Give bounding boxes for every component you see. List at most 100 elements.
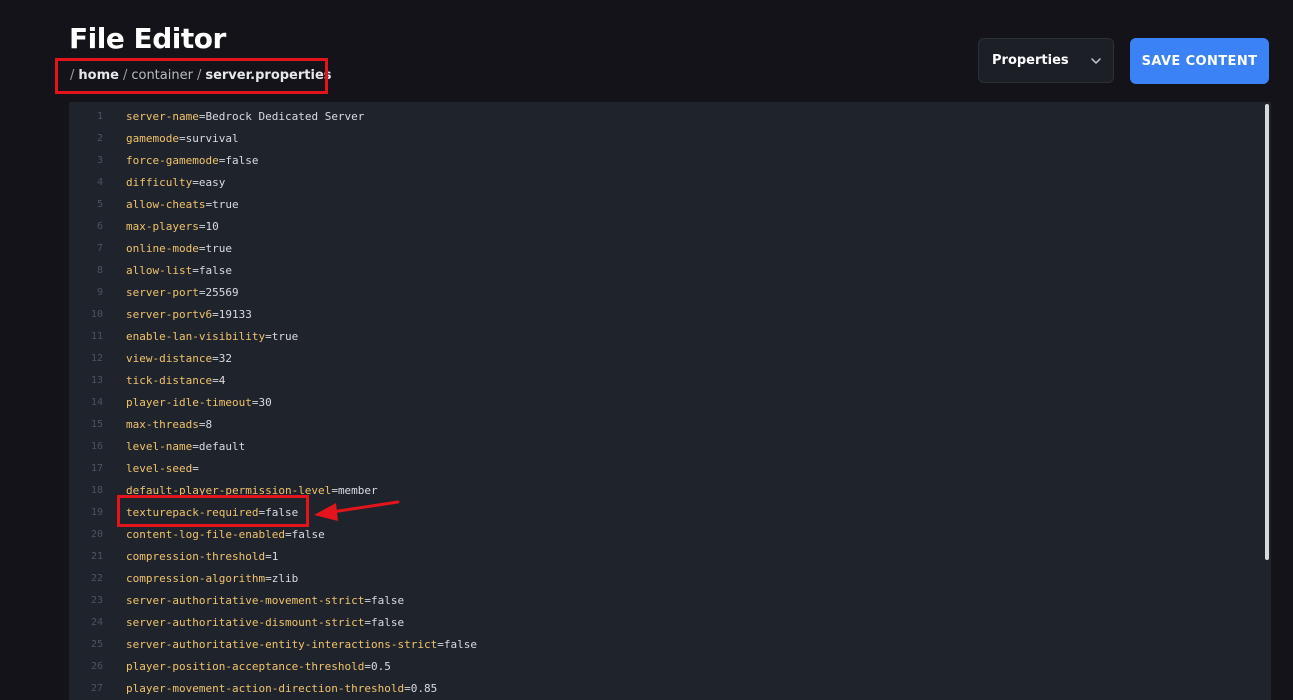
editor-scrollbar[interactable] — [1265, 104, 1269, 560]
code-line[interactable]: allow-list=false — [126, 260, 477, 282]
line-number: 4 — [96, 177, 103, 188]
equals-sign: = — [265, 330, 272, 343]
equals-sign: = — [192, 264, 199, 277]
chevron-down-icon — [1091, 57, 1101, 64]
code-line[interactable]: texturepack-required=false — [126, 502, 477, 524]
code-line[interactable]: level-seed= — [126, 458, 477, 480]
property-value: 30 — [258, 396, 272, 409]
property-key: difficulty — [126, 176, 193, 189]
line-number: 23 — [90, 595, 103, 606]
line-number: 11 — [90, 331, 103, 342]
equals-sign: = — [192, 462, 199, 475]
line-number: 8 — [96, 265, 103, 276]
property-key: player-movement-action-direction-thresho… — [126, 682, 405, 695]
line-number: 27 — [90, 683, 103, 694]
property-value: false — [443, 638, 478, 651]
property-value: 10 — [205, 220, 219, 233]
breadcrumb-container[interactable]: container — [131, 68, 193, 83]
property-value: false — [371, 616, 405, 629]
code-line[interactable]: tick-distance=4 — [126, 370, 477, 392]
property-key: texturepack-required — [126, 506, 259, 519]
property-value: zlib — [271, 572, 299, 585]
property-value: true — [212, 198, 239, 211]
code-line[interactable]: online-mode=true — [126, 238, 477, 260]
code-content[interactable]: server-name=Bedrock Dedicated Server game… — [126, 106, 477, 700]
code-line[interactable]: player-position-acceptance-threshold=0.5 — [126, 656, 477, 678]
code-line[interactable]: allow-cheats=true — [126, 194, 477, 216]
breadcrumb-separator: / — [196, 68, 202, 83]
code-line[interactable]: content-log-file-enabled=false — [126, 524, 477, 546]
property-key: compression-algorithm — [126, 572, 266, 585]
property-key: level-name — [126, 440, 193, 453]
code-line[interactable]: max-threads=8 — [126, 414, 477, 436]
property-key: view-distance — [126, 352, 213, 365]
file-editor-page: File Editor / home / container / server.prope… — [0, 0, 1293, 700]
language-select[interactable]: Properties — [978, 38, 1114, 83]
property-value: false — [371, 594, 405, 607]
code-line[interactable]: level-name=default — [126, 436, 477, 458]
line-number: 13 — [90, 375, 103, 386]
code-line[interactable]: max-players=10 — [126, 216, 477, 238]
equals-sign: = — [178, 132, 186, 145]
property-value: true — [205, 242, 232, 255]
property-key: server-port — [126, 286, 199, 299]
line-number: 16 — [90, 441, 103, 452]
equals-sign: = — [212, 308, 219, 321]
property-value: 25569 — [205, 286, 239, 299]
property-value: Bedrock Dedicated Server — [205, 110, 365, 123]
property-key: force-gamemode — [126, 154, 219, 167]
breadcrumb-home[interactable]: home — [78, 68, 119, 83]
code-line[interactable]: compression-algorithm=zlib — [126, 568, 477, 590]
line-number: 3 — [96, 155, 103, 166]
property-value: survival — [185, 132, 239, 145]
equals-sign: = — [265, 550, 272, 563]
arrow-left-icon — [314, 500, 400, 521]
property-key: tick-distance — [126, 374, 213, 387]
breadcrumb-separator: / — [122, 68, 128, 83]
code-line[interactable]: server-authoritative-dismount-strict=fal… — [126, 612, 477, 634]
property-value: easy — [198, 176, 226, 189]
code-editor[interactable]: 1 2 3 4 5 6 7 8 9 10 11 12 13 14 15 16 17 18 19 20 21 22 23 24 2… — [69, 102, 1271, 700]
line-number: 21 — [90, 551, 103, 562]
equals-sign: = — [265, 572, 272, 585]
equals-sign: = — [437, 638, 444, 651]
property-key: default-player-permission-level — [126, 484, 332, 497]
code-line[interactable]: server-port=25569 — [126, 282, 477, 304]
code-line[interactable]: player-idle-timeout=30 — [126, 392, 477, 414]
property-value: 8 — [205, 418, 213, 431]
code-line[interactable]: server-name=Bedrock Dedicated Server — [126, 106, 477, 128]
save-content-button[interactable]: SAVE CONTENT — [1130, 38, 1269, 84]
property-value: false — [291, 528, 325, 541]
breadcrumb-file: server.properties — [205, 68, 332, 83]
property-key: server-authoritative-entity-interactions… — [126, 638, 438, 651]
line-number: 10 — [90, 309, 103, 320]
property-key: level-seed — [126, 462, 193, 475]
code-line[interactable]: force-gamemode=false — [126, 150, 477, 172]
line-number: 12 — [90, 353, 103, 364]
line-number: 17 — [90, 463, 103, 474]
code-line[interactable]: server-portv6=19133 — [126, 304, 477, 326]
line-number: 14 — [90, 397, 103, 408]
line-number: 15 — [90, 419, 103, 430]
property-value: 0.85 — [410, 682, 438, 695]
breadcrumb-separator: / — [70, 68, 75, 83]
line-number: 6 — [96, 221, 103, 232]
code-line[interactable]: server-authoritative-entity-interactions… — [126, 634, 477, 656]
property-value: 4 — [218, 374, 226, 387]
property-value: 19133 — [218, 308, 252, 321]
code-line[interactable]: view-distance=32 — [126, 348, 477, 370]
code-line[interactable]: compression-threshold=1 — [126, 546, 477, 568]
equals-sign: = — [212, 374, 219, 387]
code-line[interactable]: default-player-permission-level=member — [126, 480, 477, 502]
property-key: server-name — [126, 110, 199, 123]
code-line[interactable]: difficulty=easy — [126, 172, 477, 194]
equals-sign: = — [404, 682, 411, 695]
line-number: 2 — [96, 133, 103, 144]
code-line[interactable]: gamemode=survival — [126, 128, 477, 150]
property-value: false — [198, 264, 232, 277]
code-line[interactable]: enable-lan-visibility=true — [126, 326, 477, 348]
property-value: false — [265, 506, 299, 519]
code-line[interactable]: player-movement-action-direction-thresho… — [126, 678, 477, 700]
line-number: 5 — [96, 199, 103, 210]
code-line[interactable]: server-authoritative-movement-strict=fal… — [126, 590, 477, 612]
